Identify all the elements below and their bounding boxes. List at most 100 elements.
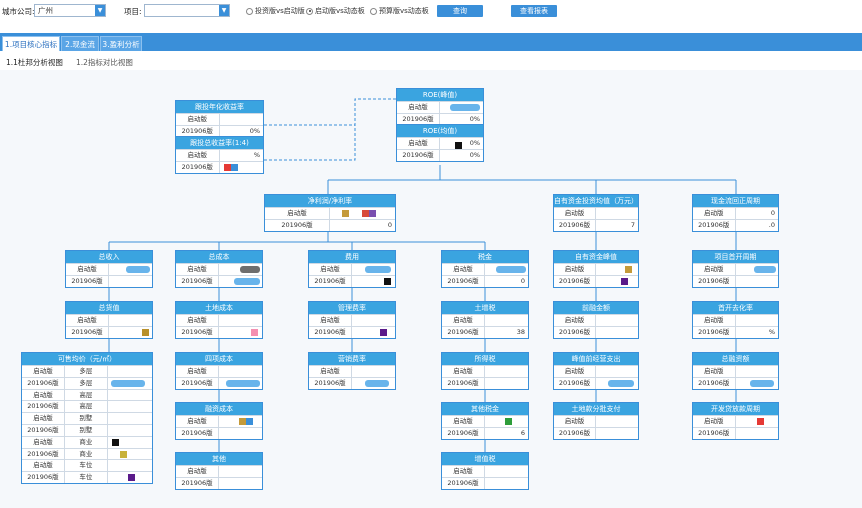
- radio-budget-vs-dynamic[interactable]: 预算版vs动态板: [370, 6, 429, 16]
- node-expense[interactable]: 费用 启动版 201906版: [308, 250, 396, 288]
- node-other-tax[interactable]: 其他税金 启动版 201906版 6: [441, 402, 529, 440]
- table-row: 启动版 商业: [22, 435, 152, 448]
- node-value: %: [253, 151, 260, 159]
- node-sales-rate[interactable]: 营销费率 启动版 201906版: [308, 352, 396, 390]
- node-roe-peak[interactable]: ROE(峰值) 启动版 201906版 0%: [396, 88, 484, 126]
- row-label: 201906版: [309, 276, 352, 287]
- node-net-margin[interactable]: 净利润/净利率 启动版 201906版 0: [264, 194, 396, 232]
- node-total-finance[interactable]: 总融资额 启动版 201906版: [692, 352, 779, 390]
- row-label: 201906版: [693, 276, 736, 287]
- node-equity-avg[interactable]: 自有资金投资均值（万元） 启动版 201906版 7: [553, 194, 639, 232]
- node-land-vat[interactable]: 土增税 启动版 201906版 38: [441, 301, 529, 339]
- city-select[interactable]: 广州 ▼: [34, 4, 106, 17]
- node-four-cost[interactable]: 四项成本 启动版 201906版: [175, 352, 263, 390]
- cell: 启动版: [22, 413, 65, 424]
- node-mgmt-rate[interactable]: 管理费率 启动版 201906版: [308, 301, 396, 339]
- node-annual-return[interactable]: 跟投年化收益率 启动版 201906版 0%: [175, 100, 264, 138]
- row-label: 201906版: [554, 428, 596, 439]
- subtab-dupont[interactable]: 1.1杜邦分析视图: [6, 57, 63, 68]
- row-label: 启动版: [554, 366, 596, 377]
- cell: 201906版: [22, 424, 65, 436]
- cell: 高层: [65, 401, 108, 413]
- row-label: 201906版: [442, 378, 485, 389]
- node-title: 四项成本: [176, 353, 262, 365]
- row-label: 启动版: [442, 466, 485, 477]
- radio-label: 预算版vs动态板: [379, 7, 429, 15]
- node-total-value[interactable]: 总货值 启动版 201906版: [65, 301, 153, 339]
- cell: 启动版: [22, 366, 65, 377]
- row-label: 201906版: [309, 327, 352, 338]
- node-finance-cost[interactable]: 融资成本 启动版 201906版: [175, 402, 263, 440]
- node-stamp-tax[interactable]: 增值税 启动版 201906版: [441, 452, 529, 490]
- chevron-down-icon[interactable]: ▼: [219, 5, 229, 16]
- tab-profit-analysis[interactable]: 3.盈利分析: [100, 36, 142, 51]
- node-roe-avg[interactable]: ROE(均值) 启动版 0% 201906版 0%: [396, 124, 484, 162]
- view-report-button[interactable]: 查看报表: [511, 5, 557, 17]
- row-label: 201906版: [442, 478, 485, 489]
- node-tax[interactable]: 税金 启动版 201906版 0: [441, 250, 529, 288]
- node-pre-finance[interactable]: 前融金额 启动版 201906版: [553, 301, 639, 339]
- node-title: 其他税金: [442, 403, 528, 415]
- radio-dot[interactable]: [370, 7, 377, 15]
- query-button[interactable]: 查询: [437, 5, 483, 17]
- node-title: 首开去化率: [693, 302, 778, 314]
- tab-core-indicators[interactable]: 1.项目核心指标: [2, 36, 60, 51]
- table-row: 启动版 车位: [22, 459, 152, 472]
- node-title: 管理费率: [309, 302, 395, 314]
- node-land-installment[interactable]: 土地款分批支付 启动版 201906版: [553, 402, 639, 440]
- row-label: 201906版: [176, 327, 219, 338]
- node-equity-peak[interactable]: 自有资金峰值 启动版 201906版: [553, 250, 639, 288]
- row-label: 201906版: [693, 327, 736, 338]
- table-row: 201906版 别墅: [22, 423, 152, 436]
- node-value: 0%: [469, 151, 480, 159]
- node-other[interactable]: 其他 启动版 201906版: [175, 452, 263, 490]
- row-label: 启动版: [309, 264, 352, 275]
- node-title: 跟投总收益率(1:4): [176, 137, 263, 149]
- radio-dot[interactable]: [246, 7, 253, 15]
- row-label: 启动版: [442, 366, 485, 377]
- node-total-return[interactable]: 跟投总收益率(1:4) 启动版% 201906版: [175, 136, 264, 174]
- row-label: 201906版: [693, 220, 736, 231]
- table-row: 201906版 车位: [22, 471, 152, 483]
- node-title: 自有资金峰值: [554, 251, 638, 263]
- row-label: 201906版: [693, 378, 736, 389]
- node-cash-cycle[interactable]: 现金流回正周期 启动版 0 201906版 .0: [692, 194, 779, 232]
- node-open-cycle[interactable]: 项目首开周期 启动版 201906版: [692, 250, 779, 288]
- row-label: 启动版: [442, 315, 485, 326]
- row-label: 启动版: [176, 150, 220, 161]
- node-title: ROE(峰值): [397, 89, 483, 101]
- node-cost[interactable]: 总成本 启动版 201906版: [175, 250, 263, 288]
- node-title: 总成本: [176, 251, 262, 263]
- chevron-down-icon[interactable]: ▼: [95, 5, 105, 16]
- node-revenue[interactable]: 总收入 启动版 201906版: [65, 250, 153, 288]
- node-income-tax[interactable]: 所得税 启动版 201906版: [441, 352, 529, 390]
- tab-cash-flow[interactable]: 2.现金流: [61, 36, 99, 51]
- radio-start-vs-dynamic[interactable]: 启动版vs动态板: [306, 6, 365, 16]
- cell: 多层: [65, 366, 108, 377]
- table-row: 201906版 高层: [22, 400, 152, 413]
- row-label: 启动版: [176, 366, 219, 377]
- subtab-compare[interactable]: 1.2指标对比视图: [76, 57, 133, 68]
- node-title: 总融资额: [693, 353, 778, 365]
- node-title: 增值税: [442, 453, 528, 465]
- radio-dot[interactable]: [306, 7, 313, 15]
- cell: 高层: [65, 389, 108, 401]
- project-select[interactable]: ▼: [144, 4, 230, 17]
- row-label: 201906版: [442, 428, 485, 439]
- table-row: 启动版 高层: [22, 388, 152, 401]
- node-peak-opex[interactable]: 峰值前经营支出 启动版 201906版: [553, 352, 639, 390]
- table-row: 启动版 多层: [22, 365, 152, 377]
- node-title: 费用: [309, 251, 395, 263]
- node-title: 峰值前经营支出: [554, 353, 638, 365]
- row-label: 201906版: [309, 378, 352, 389]
- node-land-cost[interactable]: 土地成本 启动版 201906版: [175, 301, 263, 339]
- row-label: 201906版: [176, 276, 219, 287]
- radio-invest-vs-start[interactable]: 投资版vs启动版: [246, 6, 305, 16]
- node-loan-cycle[interactable]: 开发贷放款周期 启动版 201906版: [692, 402, 779, 440]
- row-label: 201906版: [554, 220, 596, 231]
- row-label: 启动版: [176, 315, 219, 326]
- node-first-sale-rate[interactable]: 首开去化率 启动版 201906版%: [692, 301, 779, 339]
- row-label: 201906版: [265, 220, 330, 231]
- node-value: 0: [770, 209, 775, 217]
- cell: 201906版: [22, 448, 65, 460]
